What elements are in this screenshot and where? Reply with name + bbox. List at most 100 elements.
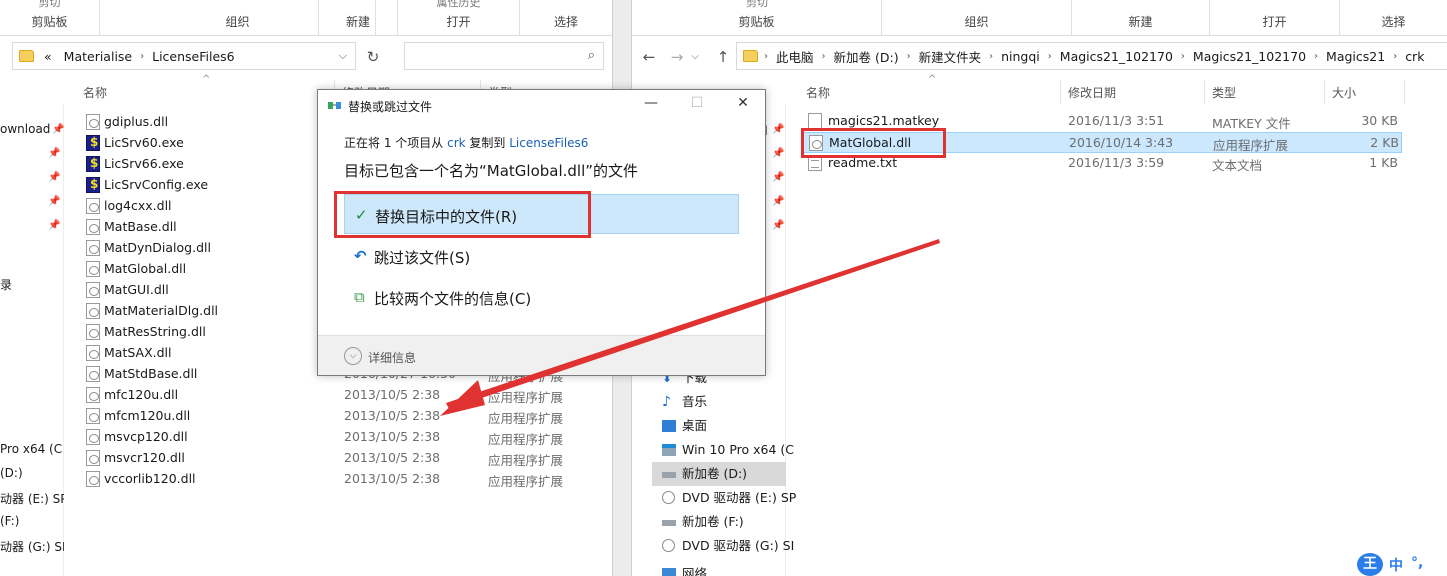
dll-icon — [86, 366, 100, 382]
breadcrumb-crk[interactable]: crk — [1399, 49, 1430, 64]
column-separator[interactable] — [1324, 80, 1325, 104]
minimize-button[interactable]: — — [636, 95, 666, 115]
file-date: 2013/10/5 2:38 — [344, 471, 441, 486]
nav-item-network[interactable]: 网络 — [662, 562, 796, 576]
pin-icon: 📌 — [48, 220, 61, 231]
dialog-title: 替换或跳过文件 — [348, 100, 433, 114]
overflow-chevron[interactable]: « — [38, 49, 58, 64]
nav-item-f-drive[interactable]: (F:) — [0, 514, 19, 528]
column-separator[interactable] — [1404, 80, 1405, 104]
skip-file-option[interactable]: ↶ 跳过该文件(S) — [344, 236, 739, 276]
nav-item-music[interactable]: ♪ 音乐 — [662, 390, 796, 414]
breadcrumb-this-pc[interactable]: 此电脑 — [770, 47, 820, 66]
breadcrumb-separator-icon[interactable]: › — [1312, 51, 1320, 62]
file-name: msvcp120.dll — [104, 429, 188, 444]
nav-item-label: DVD 驱动器 (E:) SP — [682, 490, 796, 505]
breadcrumb-separator-icon[interactable]: › — [987, 51, 995, 62]
nav-item-label: 新加卷 (F:) — [682, 514, 744, 529]
breadcrumb-ningqi[interactable]: ningqi — [995, 49, 1046, 64]
table-row[interactable]: vccorlib120.dll 2013/10/5 2:38 应用程序扩展 — [80, 469, 610, 490]
left-search-input[interactable]: ⌕ — [404, 42, 604, 70]
nav-item-c-drive[interactable]: Win 10 Pro x64 (C — [662, 438, 796, 462]
file-date: 2013/10/5 2:38 — [344, 450, 441, 465]
sort-ascending-icon: ^ — [928, 74, 937, 85]
ime-toolbar[interactable]: 王 中 °, — [1357, 552, 1447, 576]
recent-locations-icon[interactable]: ⌵ — [688, 46, 702, 68]
pin-icon: 📌 — [48, 196, 61, 207]
breadcrumb-separator-icon[interactable]: › — [1391, 51, 1399, 62]
dll-icon — [86, 303, 100, 319]
breadcrumb-separator-icon[interactable]: › — [820, 51, 828, 62]
ime-logo-icon[interactable]: 王 — [1357, 553, 1383, 576]
breadcrumb-magics21[interactable]: Magics21 — [1320, 49, 1391, 64]
more-details-toggle[interactable]: 详细信息 — [368, 349, 416, 366]
maximize-button[interactable]: ☐ — [682, 95, 712, 115]
column-header-name[interactable]: 名称 — [83, 84, 107, 101]
dll-icon — [86, 345, 100, 361]
right-column-headers: 名称 ^ 修改日期 类型 大小 — [786, 74, 1447, 104]
chevron-down-icon[interactable]: ⌵ — [344, 347, 362, 365]
dialog-titlebar[interactable]: 替换或跳过文件 — ☐ ✕ — [318, 90, 765, 120]
breadcrumb-licensefiles6[interactable]: LicenseFiles6 — [146, 49, 241, 64]
right-navigation-pane: ⬇ 下载 ♪ 音乐 桌面 Win 10 Pro x64 (C 新加卷 (D:) DV… — [652, 362, 796, 576]
close-button[interactable]: ✕ — [728, 95, 758, 115]
nav-item-download[interactable]: ownload — [0, 122, 50, 136]
nav-item-g-drive[interactable]: DVD 驱动器 (G:) SI — [662, 534, 796, 558]
forward-arrow-icon[interactable]: → — [666, 46, 688, 68]
nav-item-d-drive[interactable]: 新加卷 (D:) — [652, 462, 786, 486]
nav-item-label: Win 10 Pro x64 (C — [682, 442, 795, 457]
ime-mode-toggle[interactable]: 中 — [1389, 555, 1403, 575]
up-arrow-icon[interactable]: ↑ — [712, 46, 734, 68]
column-header-name[interactable]: 名称 — [806, 84, 830, 101]
select-group: 选择 — [520, 0, 612, 36]
breadcrumb-magics21-102170-a[interactable]: Magics21_102170 — [1054, 49, 1179, 64]
table-row[interactable]: mfc120u.dll 2013/10/5 2:38 应用程序扩展 — [80, 385, 610, 406]
address-dropdown-icon[interactable]: ⌵ — [339, 49, 355, 63]
nav-item-d-drive[interactable]: (D:) — [0, 466, 23, 480]
nav-item-desktop[interactable]: 桌面 — [662, 414, 796, 438]
nav-item-partial[interactable]: 录 — [0, 276, 12, 293]
nav-item-f-drive[interactable]: 新加卷 (F:) — [662, 510, 796, 534]
compare-files-option[interactable]: ⧉ 比较两个文件的信息(C) — [344, 277, 739, 317]
column-separator[interactable] — [1060, 80, 1061, 104]
dll-icon — [86, 408, 100, 424]
right-address-bar[interactable]: › 此电脑 › 新加卷 (D:) › 新建文件夹 › ningqi › Magi… — [736, 42, 1447, 70]
breadcrumb-separator-icon[interactable]: › — [905, 51, 913, 62]
file-date: 2016/11/3 3:51 — [1068, 113, 1165, 128]
breadcrumb-separator-icon[interactable]: › — [138, 51, 146, 62]
breadcrumb-magics21-102170-b[interactable]: Magics21_102170 — [1187, 49, 1312, 64]
search-icon[interactable]: ⌕ — [588, 48, 595, 63]
breadcrumb-d-drive[interactable]: 新加卷 (D:) — [828, 47, 905, 66]
nav-item-e-drive[interactable]: 动器 (E:) SP — [0, 490, 64, 507]
breadcrumb-separator-icon[interactable]: › — [1179, 51, 1187, 62]
back-arrow-icon[interactable]: ← — [638, 46, 660, 68]
table-row[interactable]: msvcr120.dll 2013/10/5 2:38 应用程序扩展 — [80, 448, 610, 469]
file-name: LicSrvConfig.exe — [104, 177, 209, 192]
table-row[interactable]: msvcp120.dll 2013/10/5 2:38 应用程序扩展 — [80, 427, 610, 448]
open-group-label: 打开 — [1262, 15, 1287, 29]
breadcrumb-new-folder[interactable]: 新建文件夹 — [913, 47, 988, 66]
cut-label[interactable]: 剪切 — [0, 0, 99, 10]
file-name: vccorlib120.dll — [104, 471, 196, 486]
column-header-type[interactable]: 类型 — [1212, 84, 1236, 101]
dll-icon — [86, 450, 100, 466]
nav-item-e-drive[interactable]: DVD 驱动器 (E:) SP — [662, 486, 796, 510]
left-address-bar[interactable]: « Materialise › LicenseFiles6 ⌵ — [12, 42, 356, 70]
nav-item-c-drive[interactable]: Pro x64 (C — [0, 442, 64, 456]
cut-label[interactable]: 剪切 — [632, 0, 882, 10]
destination-folder-link[interactable]: LicenseFiles6 — [509, 136, 588, 150]
refresh-icon[interactable]: ↻ — [362, 46, 384, 68]
file-name: MatBase.dll — [104, 219, 177, 234]
column-header-date[interactable]: 修改日期 — [1068, 84, 1116, 101]
music-icon: ♪ — [662, 394, 671, 410]
breadcrumb-separator-icon[interactable]: › — [762, 51, 770, 62]
source-folder-link[interactable]: crk — [447, 136, 465, 150]
column-separator[interactable] — [1204, 80, 1205, 104]
breadcrumb-separator-icon[interactable]: › — [1046, 51, 1054, 62]
table-row[interactable]: mfcm120u.dll 2013/10/5 2:38 应用程序扩展 — [80, 406, 610, 427]
breadcrumb-materialise[interactable]: Materialise — [58, 49, 138, 64]
nav-item-g-drive[interactable]: 动器 (G:) SI — [0, 538, 64, 555]
ime-punctuation-toggle[interactable]: °, — [1411, 555, 1423, 571]
column-header-size[interactable]: 大小 — [1332, 84, 1356, 101]
history-label[interactable]: 属性历史 — [398, 0, 519, 10]
